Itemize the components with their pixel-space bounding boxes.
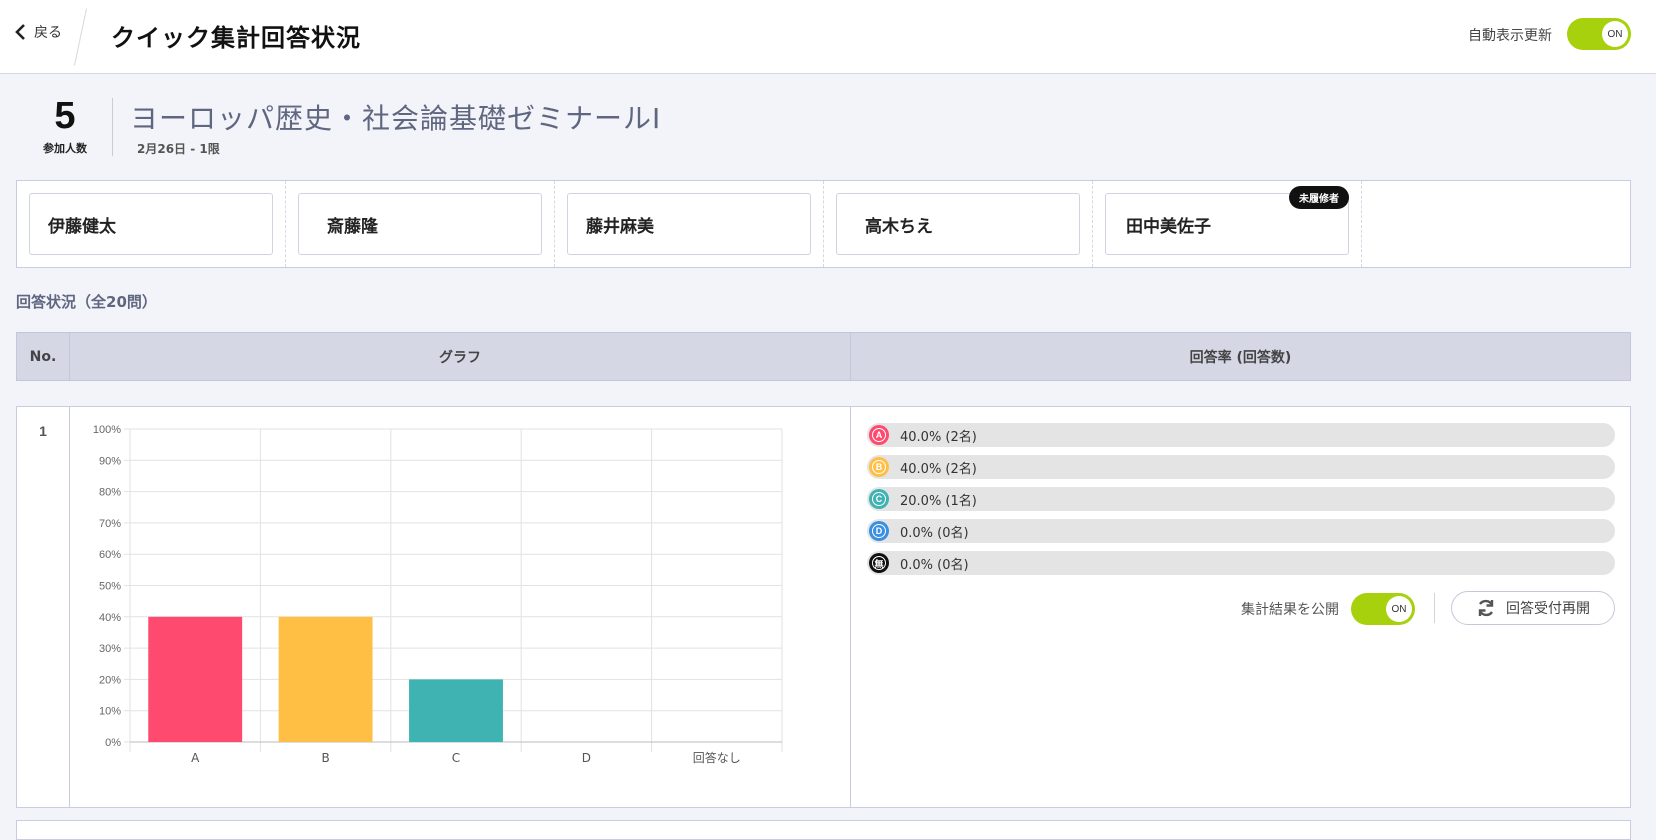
rate-text: 20.0% (1名) [900,494,977,509]
student-name: 田中美佐子 [1126,216,1211,237]
rate-text: 0.0% (0名) [900,558,969,573]
y-tick-label: 50% [99,581,121,593]
option-key: B [872,460,886,474]
table-row: 1 0% 10% 20% 30% 40% 50% 60% 70% 80% 90% 100% A B C D 回… [16,406,1631,808]
header-divider [73,8,88,66]
y-tick-label: 70% [99,518,121,530]
rate-text: 0.0% (0名) [900,526,969,541]
back-label: 戻る [34,25,62,41]
rate-row: 無 0.0% (0名) [867,551,1615,575]
rate-row: D 0.0% (0名) [867,519,1615,543]
class-name: ヨーロッパ歴史・社会論基礎ゼミナールⅠ [130,102,662,135]
option-key: C [872,492,886,506]
option-icon: A [869,425,889,445]
student-card[interactable]: 伊藤健太 [29,193,273,255]
publish-toggle[interactable]: ON [1351,593,1415,625]
y-tick-label: 10% [99,706,121,718]
student-cell: 田中美佐子 未履修者 [1093,181,1362,267]
student-list: 伊藤健太 斎藤隆 藤井麻美 高木ちえ 田中美佐子 未履修者 [16,180,1631,268]
separator [1434,593,1435,623]
refresh-icon [1478,599,1494,617]
y-tick-label: 90% [99,455,121,467]
y-tick-label: 100% [93,424,121,436]
reopen-label: 回答受付再開 [1506,601,1590,617]
student-cell: 斎藤隆 [286,181,555,267]
student-name: 伊藤健太 [48,216,116,237]
x-tick-label: A [191,751,200,765]
rate-row: B 40.0% (2名) [867,455,1615,479]
bar-2 [278,616,373,742]
table-header: No. グラフ 回答率 (回答数) [16,332,1631,381]
option-icon: B [869,457,889,477]
option-icon: D [869,521,889,541]
y-tick-label: 0% [105,737,121,749]
rate-text: 40.0% (2名) [900,462,977,477]
unregistered-badge: 未履修者 [1289,186,1349,209]
section-title: 回答状況（全20問） [16,293,157,311]
question-number: 1 [17,407,70,807]
option-key: D [872,524,886,538]
col-header-no: No. [17,333,70,380]
auto-update-label: 自動表示更新 [1468,28,1552,44]
student-cell: 高木ちえ [824,181,1093,267]
toggle-knob: ON [1602,21,1628,47]
back-button[interactable]: 戻る [14,22,62,42]
toggle-knob: ON [1386,596,1412,622]
y-tick-label: 30% [99,643,121,655]
student-card[interactable]: 田中美佐子 未履修者 [1105,186,1349,255]
option-icon: 無 [869,553,889,573]
option-key: A [872,428,886,442]
reopen-answers-button[interactable]: 回答受付再開 [1451,591,1615,625]
student-card[interactable]: 藤井麻美 [567,193,811,255]
y-tick-label: 60% [99,549,121,561]
participant-label: 参加人数 [43,142,87,155]
table-row-next [16,820,1631,840]
chevron-left-icon [15,24,25,40]
student-cell: 藤井麻美 [555,181,824,267]
rate-cell: A 40.0% (2名) B 40.0% (2名) C 20.0% (1名) D 0.0% (… [851,407,1630,807]
publish-label: 集計結果を公開 [1241,602,1339,618]
bar-chart: 0% 10% 20% 30% 40% 50% 60% 70% 80% 90% 100% A B C D 回答な… [93,424,783,765]
bar-3 [409,679,503,742]
y-tick-label: 20% [99,674,121,686]
bar-1 [148,616,243,742]
class-date: 2月26日 - 1限 [137,142,220,156]
col-header-rate: 回答率 (回答数) [1189,349,1292,366]
x-tick-label: C [452,751,460,765]
graph-cell: 0% 10% 20% 30% 40% 50% 60% 70% 80% 90% 100% A B C D 回答な… [70,407,851,807]
info-divider [112,98,113,156]
rate-row: C 20.0% (1名) [867,487,1615,511]
auto-update-toggle[interactable]: ON [1567,18,1631,50]
student-name: 高木ちえ [865,216,933,237]
student-name: 藤井麻美 [586,216,654,237]
student-name: 斎藤隆 [327,216,378,237]
y-tick-label: 80% [99,487,121,499]
x-tick-label: 回答なし [693,750,741,765]
student-card[interactable]: 斎藤隆 [298,193,542,255]
y-tick-label: 40% [99,612,121,624]
x-tick-label: D [582,751,591,765]
student-card[interactable]: 高木ちえ [836,193,1080,255]
participant-count: 5 [54,95,76,137]
col-header-graph: グラフ [70,333,851,380]
option-key: 無 [872,556,886,570]
option-icon: C [869,489,889,509]
rate-text: 40.0% (2名) [900,430,977,445]
student-cell-empty [1362,181,1630,267]
student-cell: 伊藤健太 [17,181,286,267]
top-bar: 戻る クイック集計回答状況 自動表示更新 ON [0,0,1656,74]
x-tick-label: B [321,751,329,765]
rate-row: A 40.0% (2名) [867,423,1615,447]
page-title: クイック集計回答状況 [111,24,361,52]
